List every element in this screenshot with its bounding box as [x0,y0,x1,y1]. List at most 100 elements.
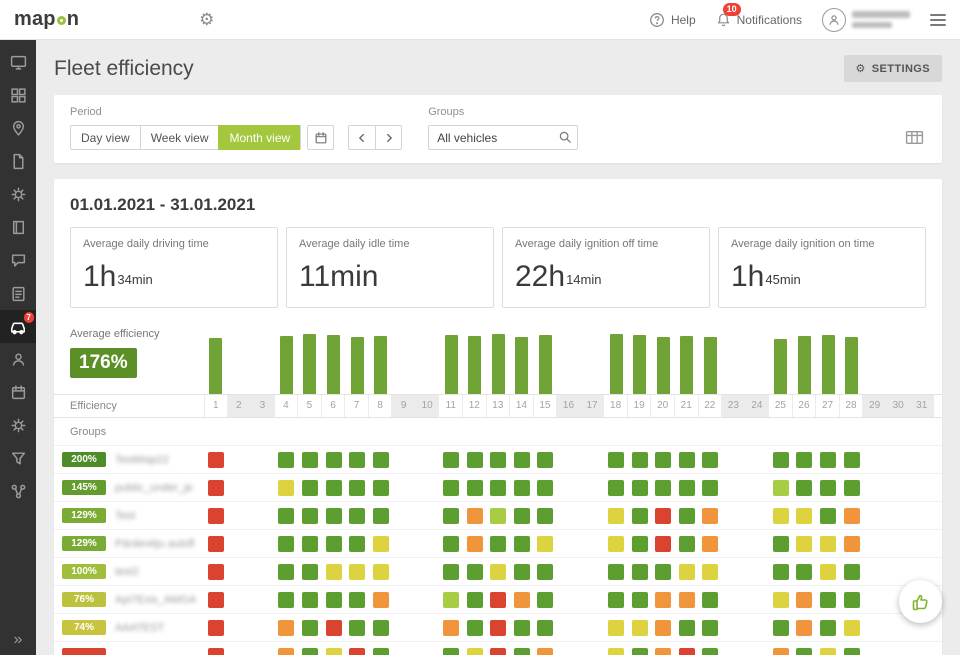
sidebar-item-maintenance[interactable] [0,178,36,211]
day-cell-9 [392,558,416,586]
day-cell-23 [722,446,746,474]
average-efficiency-block: Average efficiency 176% [54,324,204,394]
sidebar-item-tracking[interactable] [0,112,36,145]
day-cell-31 [910,642,934,655]
day-cell-24 [746,642,770,655]
day-cell-16 [557,586,581,614]
day-cell-16 [557,558,581,586]
efficiency-badge: 100% [62,564,106,579]
day-cell-5 [298,642,322,655]
settings-button[interactable]: ⚙ SETTINGS [843,55,942,82]
day-cell-21 [675,558,699,586]
day-cell-14 [510,474,534,502]
day-number-22: 22 [699,395,723,417]
day-cell-12 [463,530,487,558]
vehicles-search-input[interactable] [428,125,579,150]
calendar-picker-button[interactable] [307,125,335,150]
stat-label: Average daily ignition off time [515,238,659,250]
day-cell-23 [722,502,746,530]
groups-filter: Groups [428,106,579,150]
day-number-31: 31 [910,395,934,417]
day-cell-16 [557,642,581,655]
sidebar-expand-button[interactable]: » [14,631,23,649]
sidebar-item-connections[interactable] [0,475,36,508]
day-cell-22 [699,530,723,558]
week-view-button[interactable]: Week view [139,125,219,150]
day-number-30: 30 [886,395,911,417]
day-cell-18 [604,474,628,502]
sidebar-item-reports[interactable] [0,145,36,178]
day-cell-21 [675,586,699,614]
vehicle-name: TestMap22 [115,453,169,466]
group-row[interactable]: 145% public_under_je [54,473,942,501]
day-cell-27 [816,642,840,655]
group-row[interactable]: 76% Api7Exis_AMGA [54,585,942,613]
efficiency-badge: 200% [62,452,106,467]
day-cell-28 [840,558,864,586]
day-cell-8 [369,586,393,614]
day-cell-23 [722,642,746,655]
user-menu[interactable] [822,7,910,32]
dashboard-grid-icon [10,88,26,103]
notifications-button[interactable]: 10 Notifications [716,2,802,28]
bar-day-24 [746,324,770,394]
day-cell-31 [910,474,934,502]
sidebar-item-settings[interactable] [0,409,36,442]
help-button[interactable]: Help [649,12,696,28]
day-cell-13 [487,446,511,474]
day-cell-17 [581,474,605,502]
feedback-button[interactable] [899,580,942,623]
logo-text-map: map [14,8,56,30]
sidebar-item-messages[interactable] [0,244,36,277]
document-icon [13,153,23,170]
day-cell-28 [840,586,864,614]
bar-day-13 [487,324,511,394]
day-cell-23 [722,530,746,558]
menu-button[interactable] [930,13,946,26]
group-row[interactable]: 129% Pārdevēju autofl [54,529,942,557]
day-cell-29 [863,530,887,558]
group-row[interactable]: 100% test2 [54,557,942,585]
prev-period-button[interactable] [348,125,376,150]
group-day-grid [204,446,934,474]
sidebar-item-filter[interactable] [0,442,36,475]
sidebar-item-drivers[interactable] [0,343,36,376]
sidebar-item-monitoring[interactable] [0,46,36,79]
day-cell-21 [675,642,699,655]
sidebar-item-fleet[interactable]: 7 [0,310,36,343]
day-number-29: 29 [863,395,887,417]
day-cell-11 [439,446,463,474]
sidebar-item-calendar[interactable] [0,376,36,409]
sidebar-item-tasks[interactable] [0,277,36,310]
day-cell-28 [840,530,864,558]
bar-day-4 [275,324,299,394]
day-cell-9 [392,530,416,558]
group-row[interactable]: 200% TestMap22 [54,445,942,473]
group-row[interactable]: 74% AAATEST [54,613,942,641]
day-cell-12 [463,614,487,642]
chevron-right-icon [386,133,392,142]
bar-day-17 [581,324,605,394]
group-row[interactable] [54,641,942,655]
bar-day-6 [322,324,346,394]
day-cell-28 [840,474,864,502]
day-cell-5 [298,614,322,642]
stat-ignition-off-time: Average daily ignition off time 22h14min [502,227,710,308]
day-cell-23 [722,558,746,586]
header-gear-icon[interactable]: ⚙ [199,10,214,30]
table-view-button[interactable] [903,127,926,148]
day-cell-21 [675,502,699,530]
group-row[interactable]: 129% Test [54,501,942,529]
month-view-button[interactable]: Month view [218,125,302,150]
day-cell-3 [251,642,275,655]
day-cell-1 [204,614,228,642]
bar-day-1 [204,324,228,394]
day-cell-25 [769,642,793,655]
next-period-button[interactable] [375,125,403,150]
efficiency-badge [62,648,106,655]
sidebar-item-dashboard[interactable] [0,79,36,112]
day-cell-30 [887,558,911,586]
sidebar-item-logbook[interactable] [0,211,36,244]
mapon-logo[interactable]: map n [14,8,79,31]
day-view-button[interactable]: Day view [70,125,140,150]
